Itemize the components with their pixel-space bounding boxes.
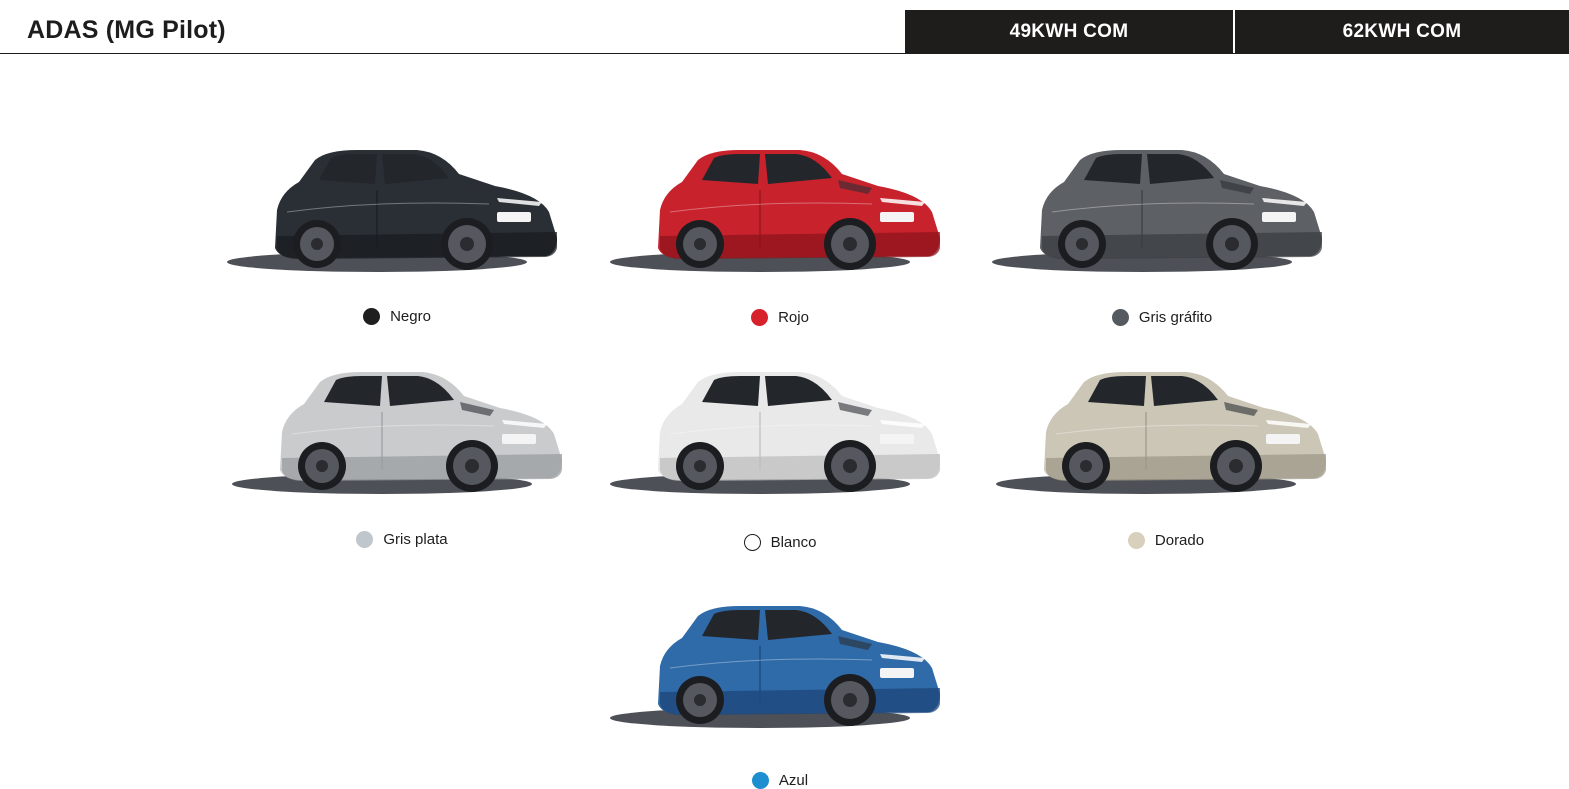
color-name: Negro xyxy=(390,308,431,325)
version-tab-62kwh[interactable]: 62KWH COM xyxy=(1235,10,1569,54)
color-name: Rojo xyxy=(778,309,809,326)
color-option-dorado[interactable]: Dorado xyxy=(996,362,1336,552)
color-option-azul[interactable]: Azul xyxy=(610,596,950,789)
color-swatch-dot[interactable] xyxy=(363,308,381,325)
car-black-icon xyxy=(227,150,557,272)
color-swatch-dot[interactable] xyxy=(743,534,761,551)
page-header: ADAS (MG Pilot) 49KWH COM 62KWH COM xyxy=(0,0,1569,55)
color-label-row: Gris gráfito xyxy=(992,309,1332,326)
version-tabs: 49KWH COM 62KWH COM xyxy=(905,10,1569,54)
color-swatch-dot[interactable] xyxy=(1111,309,1129,326)
color-label-row: Negro xyxy=(227,308,567,325)
color-option-negro[interactable]: Negro xyxy=(227,140,567,330)
color-option-blanco[interactable]: Blanco xyxy=(610,362,950,552)
color-swatch-dot[interactable] xyxy=(356,531,374,548)
color-option-rojo[interactable]: Rojo xyxy=(610,140,950,330)
color-option-gris-plata[interactable]: Gris plata xyxy=(232,362,572,552)
color-label-row: Rojo xyxy=(610,309,950,326)
color-label-row: Gris plata xyxy=(232,531,572,548)
color-option-gris-gráfito[interactable]: Gris gráfito xyxy=(992,140,1332,330)
color-swatch-dot[interactable] xyxy=(751,772,769,789)
color-label-row: Azul xyxy=(610,772,950,789)
color-name: Gris plata xyxy=(383,531,448,548)
color-swatch-dot[interactable] xyxy=(751,309,769,326)
color-name: Dorado xyxy=(1154,532,1205,549)
car-graphite-icon xyxy=(992,150,1322,272)
car-blue-icon xyxy=(610,606,940,728)
color-name: Gris gráfito xyxy=(1138,309,1213,326)
version-tab-49kwh[interactable]: 49KWH COM xyxy=(905,10,1233,54)
car-silver-icon xyxy=(232,372,562,494)
car-red-icon xyxy=(610,150,940,272)
color-name: Azul xyxy=(778,772,809,789)
car-white-icon xyxy=(610,372,940,494)
color-name: Blanco xyxy=(770,534,817,551)
color-swatch-dot[interactable] xyxy=(1127,532,1145,549)
color-label-row: Dorado xyxy=(996,532,1336,549)
color-label-row: Blanco xyxy=(610,534,950,551)
car-gold-icon xyxy=(996,372,1326,494)
page-title: ADAS (MG Pilot) xyxy=(27,16,226,44)
